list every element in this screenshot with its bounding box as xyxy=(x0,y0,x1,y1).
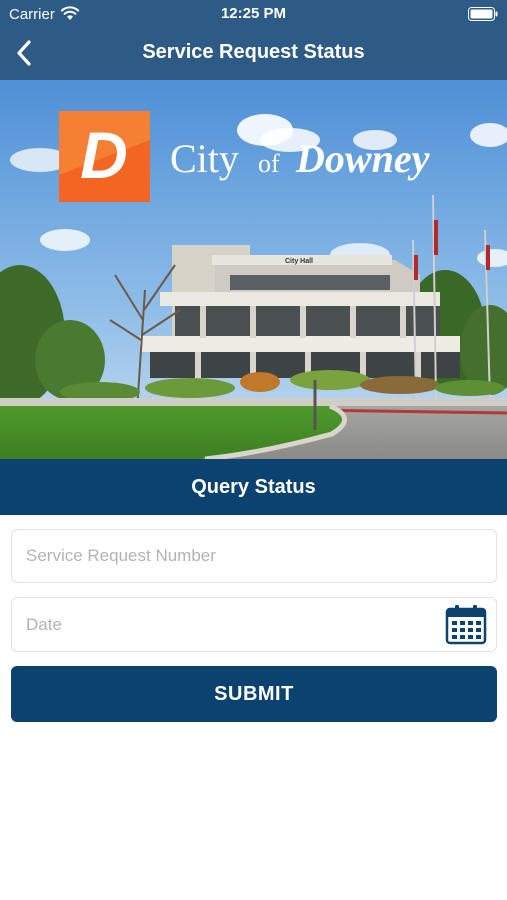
building-sign: City Hall xyxy=(285,258,313,265)
logo-text-name: Downey xyxy=(295,136,430,181)
city-hall-image: City Hall D City of Downey xyxy=(0,80,507,459)
date-input[interactable] xyxy=(11,597,497,652)
logo-letter: D xyxy=(80,118,128,192)
date-field-wrapper xyxy=(11,597,497,652)
calendar-icon[interactable] xyxy=(445,603,487,645)
battery-icon xyxy=(468,7,498,21)
navigation-bar: Service Request Status xyxy=(0,28,507,80)
service-request-number-input[interactable] xyxy=(11,529,497,583)
chevron-left-icon[interactable] xyxy=(10,36,40,70)
status-time: 12:25 PM xyxy=(220,5,287,22)
city-hall-banner: City Hall D City of Downey xyxy=(0,80,507,459)
app-header: Carrier 12:25 PM Service Request Status xyxy=(0,0,507,80)
query-status-header: Query Status xyxy=(0,459,507,515)
status-bar: Carrier 12:25 PM xyxy=(0,0,507,28)
submit-button[interactable]: SUBMIT xyxy=(11,666,497,722)
page-title: Service Request Status xyxy=(142,41,365,63)
logo-text-of: of xyxy=(258,149,280,178)
logo-text-city: City xyxy=(170,136,239,181)
